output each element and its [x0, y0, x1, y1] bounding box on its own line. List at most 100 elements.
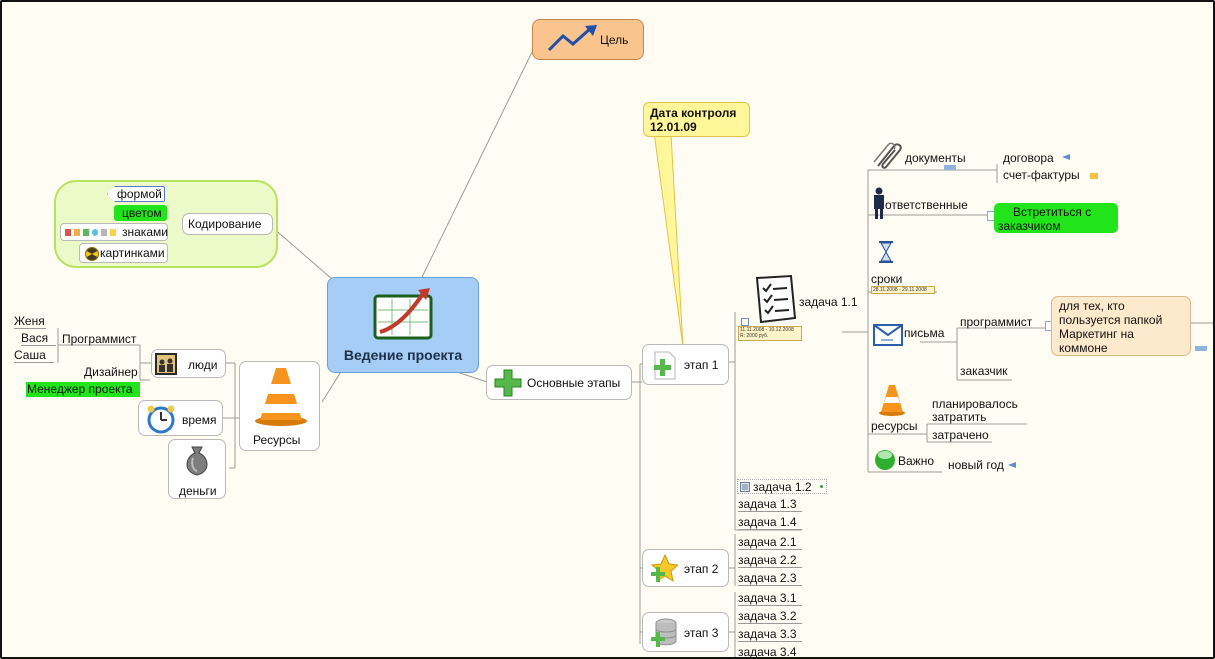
stage-3-label: этап 3	[684, 626, 719, 640]
checklist-icon	[755, 274, 797, 324]
document-plus-icon	[654, 351, 676, 380]
green-ball-icon	[875, 450, 895, 470]
central-topic-label: Ведение проекта	[343, 347, 463, 363]
people-label: люди	[188, 358, 218, 372]
new-year-label[interactable]: новый год	[948, 458, 1004, 472]
task-1-4-item[interactable]: задача 1.4	[738, 515, 802, 530]
callout-pointer	[651, 116, 684, 348]
mind-map-canvas: Ведение проекта Цель Дата контроля 12.01…	[0, 0, 1215, 659]
responsible-label[interactable]: ответственные	[885, 198, 968, 212]
expand-dot-icon	[820, 485, 823, 488]
task-3-1-item[interactable]: задача 3.1	[738, 591, 802, 606]
alarm-clock-icon	[147, 405, 175, 434]
coding-shape-item[interactable]: формой	[107, 186, 165, 202]
deadlines-label[interactable]: сроки	[871, 272, 902, 286]
task-2-2-item[interactable]: задача 2.2	[738, 553, 802, 568]
coding-color-item[interactable]: цветом	[114, 205, 167, 221]
goal-topic[interactable]: Цель	[532, 19, 644, 60]
callout-line-1: Дата контроля	[650, 106, 737, 120]
letter-icon	[873, 324, 903, 346]
letters-programmer-label[interactable]: программист	[960, 315, 1032, 329]
time-label: время	[182, 413, 217, 427]
note-line-4: коммоне	[1059, 341, 1108, 355]
note-line-1: для тех, кто	[1059, 299, 1125, 313]
control-date-callout[interactable]: Дата контроля 12.01.09	[643, 102, 750, 137]
meet-customer-topic[interactable]: Встретиться с заказчиком	[994, 203, 1118, 233]
sign-icons	[65, 229, 121, 237]
people-topic[interactable]: люди	[151, 349, 226, 378]
money-topic[interactable]: деньги	[168, 439, 226, 499]
stage-1-label: этап 1	[684, 358, 719, 372]
coding-topic[interactable]: Кодирование	[182, 213, 273, 235]
growth-arrow-icon	[547, 25, 597, 52]
task-2-1-item[interactable]: задача 2.1	[738, 535, 802, 550]
programmer-sasha[interactable]: Саша	[14, 348, 54, 363]
documents-label[interactable]: документы	[905, 151, 966, 165]
task-1-1-label: задача 1.1	[799, 295, 858, 309]
stage-2-topic[interactable]: этап 2	[642, 549, 729, 587]
contracts-label[interactable]: договора	[1003, 151, 1054, 165]
planned-line-1[interactable]: планировалось	[932, 397, 1018, 411]
invoices-label[interactable]: счет-фактуры	[1003, 168, 1080, 182]
task-1-1-topic[interactable]: задача 1.1	[747, 272, 858, 332]
task-1-1-marker	[741, 318, 749, 326]
task-1-1-info: 11.11.2008 - 10.12.2008 R: 2000 руб.	[738, 326, 802, 341]
plus-icon	[494, 369, 522, 397]
invoices-folder-icon	[1090, 173, 1098, 179]
task-1-3-item[interactable]: задача 1.3	[738, 497, 802, 512]
programmer-vasya[interactable]: Вася	[21, 331, 56, 346]
time-topic[interactable]: время	[138, 400, 223, 436]
task-1-2-item[interactable]: задача 1.2	[737, 479, 827, 494]
coding-signs-item[interactable]: знаками	[60, 223, 168, 241]
coding-label: Кодирование	[188, 217, 262, 231]
letters-label[interactable]: письма	[904, 326, 944, 340]
important-label[interactable]: Важно	[898, 454, 934, 468]
task-1-1-cost: R: 2000 руб.	[740, 333, 769, 339]
marketing-note-topic[interactable]: для тех, кто пользуется папкой Маркетинг…	[1051, 296, 1191, 356]
task-2-3-item[interactable]: задача 2.3	[738, 571, 802, 586]
letters-customer-label[interactable]: заказчик	[960, 364, 1008, 378]
programmer-zhenya[interactable]: Женя	[14, 314, 46, 329]
main-stages-topic[interactable]: Основные этапы	[486, 365, 632, 400]
planned-line-2[interactable]: затратить	[932, 410, 986, 424]
note-line-3: Маркетинг на	[1059, 327, 1134, 341]
coding-pictures-label: картинками	[100, 246, 165, 260]
person-icon	[874, 187, 884, 219]
chart-growth-icon	[373, 288, 433, 340]
deadline-dates: 28.11.2008 - 29.11.2008	[871, 286, 935, 294]
project-manager-role[interactable]: Менеджер проекта	[26, 382, 140, 397]
task-note-icon	[740, 482, 750, 492]
documents-attachment-icon	[944, 165, 956, 170]
people-board-icon	[155, 353, 177, 375]
task-3-3-item[interactable]: задача 3.3	[738, 627, 802, 642]
coding-pictures-item[interactable]: картинками	[79, 243, 168, 263]
money-label: деньги	[179, 484, 217, 498]
main-stages-label: Основные этапы	[527, 376, 621, 390]
resources-topic[interactable]: Ресурсы	[239, 361, 320, 451]
spent-label[interactable]: затрачено	[932, 428, 989, 442]
goal-label: Цель	[600, 33, 629, 47]
stage-1-topic[interactable]: этап 1	[642, 344, 729, 385]
meet-customer-line-2: заказчиком	[998, 219, 1061, 233]
stage-3-topic[interactable]: этап 3	[642, 612, 729, 652]
radiation-icon	[85, 247, 99, 261]
task-3-2-item[interactable]: задача 3.2	[738, 609, 802, 624]
money-bag-icon	[186, 446, 208, 476]
programmer-role[interactable]: Программист	[62, 332, 136, 346]
coding-color-label: цветом	[122, 206, 162, 220]
central-topic[interactable]: Ведение проекта	[327, 277, 479, 373]
connector-lines	[57, 51, 1213, 657]
hourglass-icon	[879, 241, 893, 263]
coding-signs-label: знаками	[122, 225, 168, 239]
task-resources-label[interactable]: ресурсы	[871, 419, 918, 433]
note-attachment-icon	[1195, 346, 1207, 351]
designer-role[interactable]: Дизайнер	[84, 365, 138, 379]
task-3-4-item[interactable]: задача 3.4	[738, 645, 802, 657]
resources-label: Ресурсы	[253, 433, 301, 447]
meet-customer-line-1: Встретиться с	[1013, 205, 1092, 219]
task-1-2-label: задача 1.2	[753, 480, 812, 494]
note-line-2: пользуется папкой	[1059, 313, 1163, 327]
traffic-cone-icon	[255, 368, 307, 426]
resource-cone-icon	[879, 385, 905, 416]
star-plus-icon	[650, 554, 678, 583]
